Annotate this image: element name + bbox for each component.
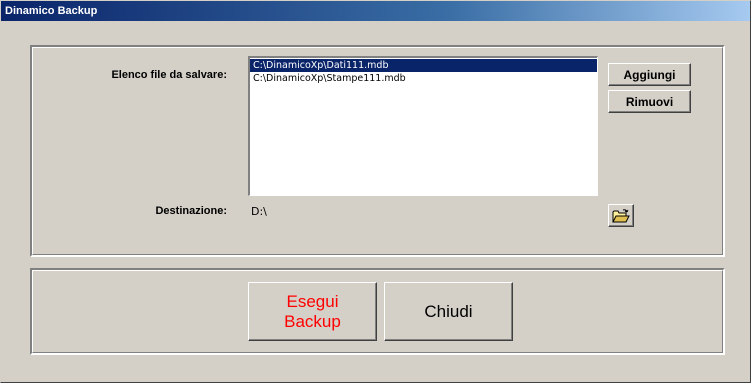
list-item[interactable]: C:\DinamicoXp\Stampe111.mdb bbox=[250, 72, 597, 85]
destination-value: D:\ bbox=[251, 205, 267, 218]
list-item[interactable]: C:\DinamicoXp\Dati111.mdb bbox=[250, 59, 597, 72]
files-label: Elenco file da salvare: bbox=[111, 69, 227, 81]
actions-group bbox=[30, 268, 725, 355]
run-backup-label-line1: Esegui bbox=[286, 291, 339, 311]
file-path: C:\DinamicoXp\Dati111.mdb bbox=[253, 60, 389, 71]
close-button[interactable]: Chiudi bbox=[384, 282, 513, 341]
file-list[interactable]: C:\DinamicoXp\Dati111.mdb C:\DinamicoXp\… bbox=[248, 56, 598, 196]
window-title: Dinamico Backup bbox=[1, 1, 750, 21]
destination-label: Destinazione: bbox=[155, 205, 227, 217]
open-folder-icon bbox=[612, 208, 630, 223]
backup-window: Dinamico Backup Elenco file da salvare: … bbox=[0, 0, 751, 383]
file-path: C:\DinamicoXp\Stampe111.mdb bbox=[253, 73, 406, 84]
add-file-button[interactable]: Aggiungi bbox=[608, 63, 691, 86]
run-backup-label-line2: Backup bbox=[284, 311, 341, 331]
remove-file-button[interactable]: Rimuovi bbox=[608, 90, 691, 113]
browse-destination-button[interactable] bbox=[608, 204, 634, 227]
run-backup-button[interactable]: Esegui Backup bbox=[248, 282, 377, 341]
